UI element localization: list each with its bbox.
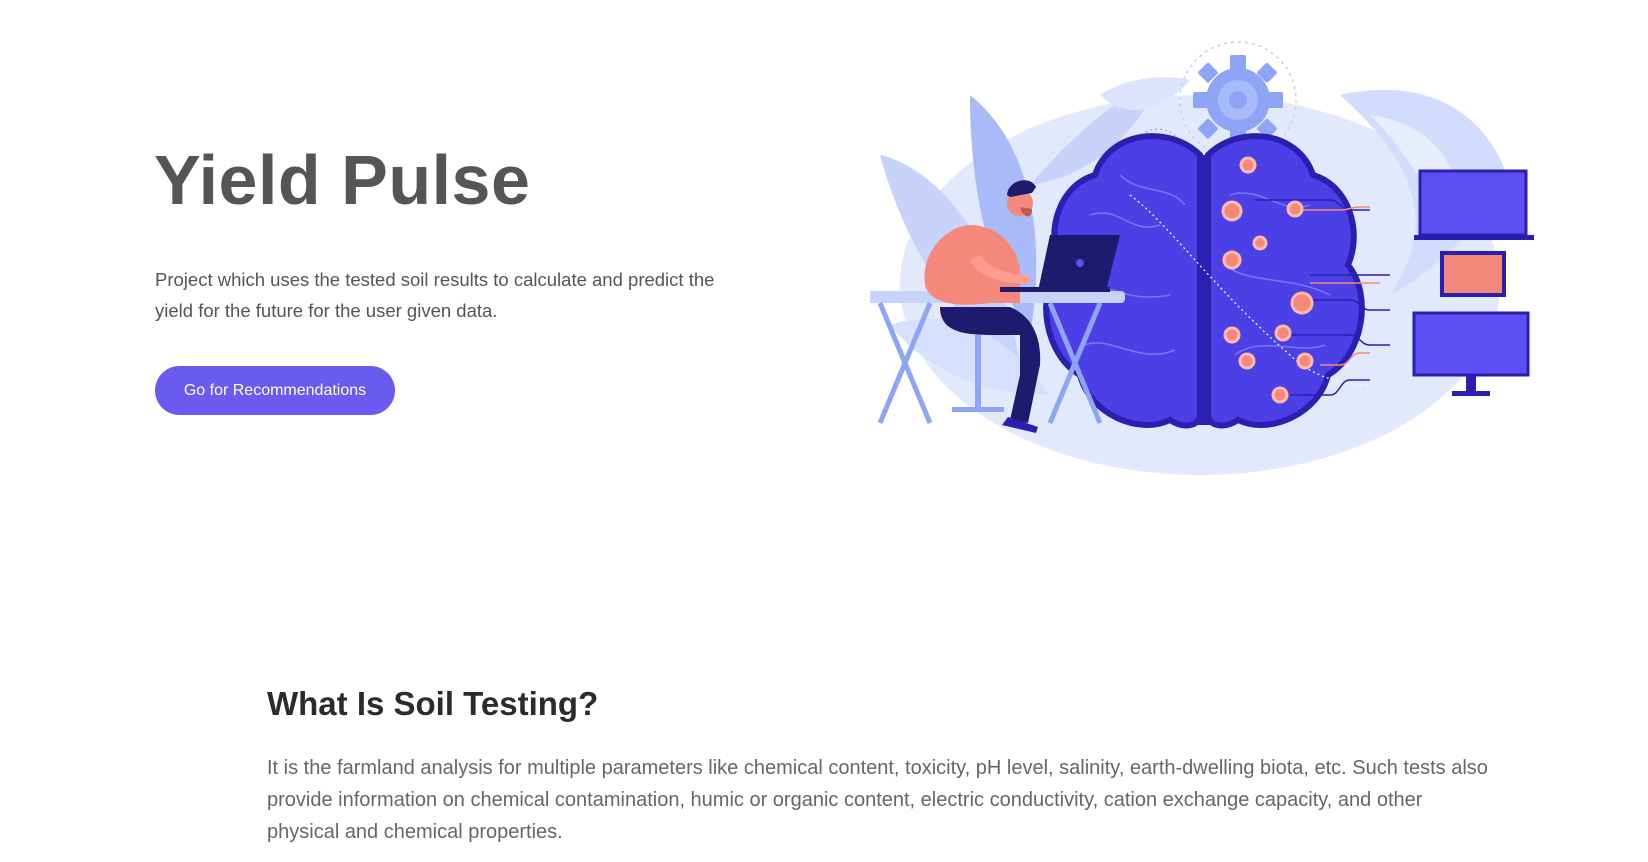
- hero-description: Project which uses the tested soil resul…: [155, 269, 715, 321]
- laptop-icon: [1414, 169, 1534, 240]
- section-body: It is the farmland analysis for multiple…: [267, 757, 1488, 843]
- page: Yield Pulse Project which uses the teste…: [0, 0, 1648, 862]
- hero-title: Yield Pulse: [154, 141, 531, 219]
- recommendations-button[interactable]: Go for Recommendations: [155, 366, 395, 415]
- brain-ai-illustration: [865, 35, 1560, 475]
- section-heading: What Is Soil Testing?: [267, 685, 599, 722]
- tablet-icon: [1440, 251, 1506, 297]
